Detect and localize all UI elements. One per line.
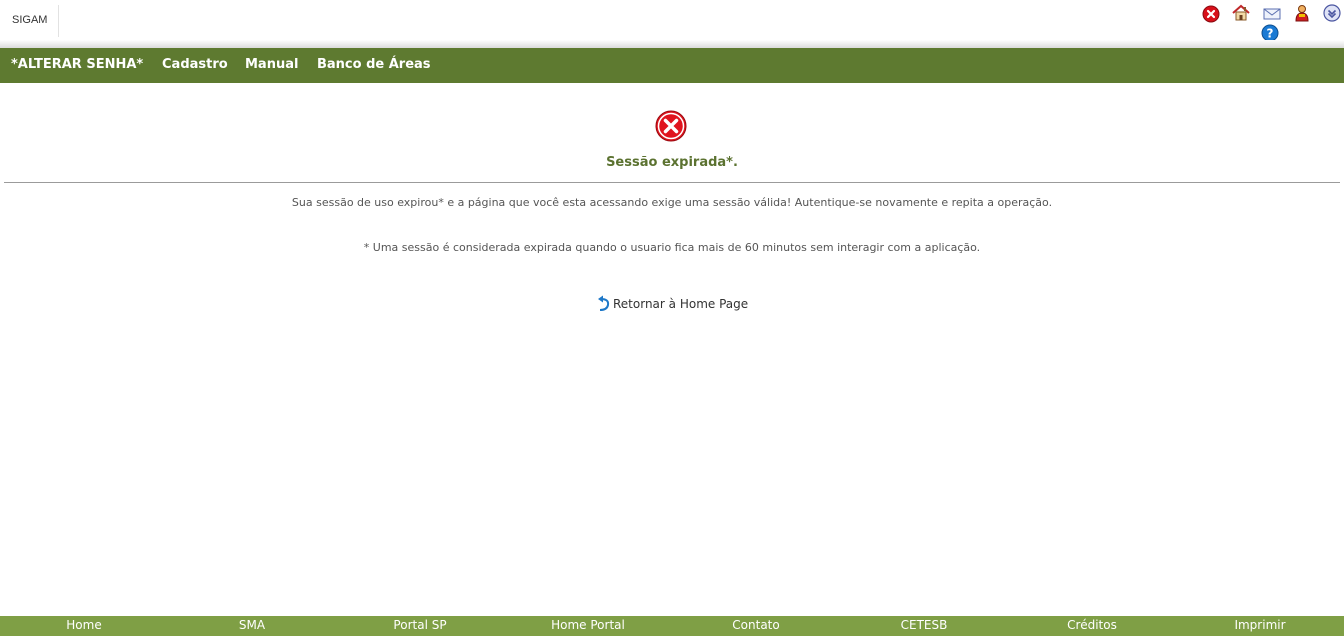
menu-item-alterar-senha[interactable]: *ALTERAR SENHA* <box>11 57 143 72</box>
footer-link-home-portal[interactable]: Home Portal <box>504 618 672 632</box>
user-icon[interactable] <box>1293 4 1311 22</box>
top-header: SIGAM ? <box>0 0 1344 44</box>
error-icon <box>655 110 687 142</box>
divider <box>4 182 1340 183</box>
menu-item-manual[interactable]: Manual <box>245 57 298 72</box>
page-title: Sessão expirada*. <box>606 155 738 170</box>
collapse-icon[interactable] <box>1323 4 1341 22</box>
home-icon[interactable] <box>1232 4 1250 22</box>
mail-icon[interactable] <box>1263 6 1281 24</box>
footer-link-portal-sp[interactable]: Portal SP <box>336 618 504 632</box>
footer-link-home[interactable]: Home <box>0 618 168 632</box>
footer-link-imprimir[interactable]: Imprimir <box>1176 618 1344 632</box>
footer-link-sma[interactable]: SMA <box>168 618 336 632</box>
return-home-link[interactable]: Retornar à Home Page <box>597 294 748 314</box>
footer-link-contato[interactable]: Contato <box>672 618 840 632</box>
session-note: * Uma sessão é considerada expirada quan… <box>363 241 981 254</box>
return-home-label: Retornar à Home Page <box>613 297 749 311</box>
svg-text:?: ? <box>1267 27 1274 41</box>
return-arrow-icon <box>597 295 611 313</box>
app-name: SIGAM <box>12 14 48 26</box>
session-message: Sua sessão de uso expirou* e a página qu… <box>291 196 1053 209</box>
main-menu: *ALTERAR SENHA* Cadastro Manual Banco de… <box>0 48 1344 83</box>
footer-link-creditos[interactable]: Créditos <box>1008 618 1176 632</box>
footer-link-cetesb[interactable]: CETESB <box>840 618 1008 632</box>
close-icon[interactable] <box>1202 5 1220 23</box>
menu-item-banco-de-areas[interactable]: Banco de Áreas <box>317 57 431 72</box>
header-divider <box>58 5 59 37</box>
menu-item-cadastro[interactable]: Cadastro <box>162 57 228 72</box>
header-shadow <box>0 40 1344 48</box>
footer: Home SMA Portal SP Home Portal Contato C… <box>0 616 1344 636</box>
